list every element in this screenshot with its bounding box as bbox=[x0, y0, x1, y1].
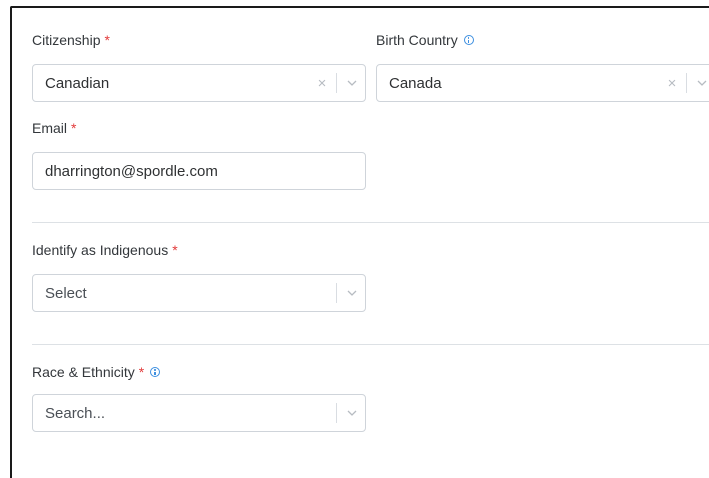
required-asterisk: * bbox=[172, 242, 178, 258]
chevron-down-icon[interactable] bbox=[343, 290, 361, 296]
clear-icon[interactable]: × bbox=[312, 75, 332, 92]
select-separator bbox=[336, 403, 337, 423]
form-panel: Citizenship * Canadian × Birth Country C… bbox=[10, 6, 709, 478]
email-label: Email * bbox=[32, 120, 77, 136]
indigenous-placeholder: Select bbox=[45, 284, 87, 302]
clear-icon[interactable]: × bbox=[662, 75, 682, 92]
birth-country-select[interactable]: Canada × bbox=[376, 64, 709, 102]
birth-country-label: Birth Country bbox=[376, 32, 474, 48]
required-asterisk: * bbox=[104, 32, 110, 48]
indigenous-select[interactable]: Select bbox=[32, 274, 366, 312]
email-field[interactable]: dharrington@spordle.com bbox=[32, 152, 366, 190]
required-asterisk: * bbox=[71, 120, 77, 136]
race-ethnicity-label: Race & Ethnicity * bbox=[32, 364, 161, 380]
chevron-down-icon[interactable] bbox=[693, 80, 709, 86]
citizenship-select[interactable]: Canadian × bbox=[32, 64, 366, 102]
info-circle-icon[interactable] bbox=[150, 367, 161, 377]
race-ethnicity-placeholder: Search... bbox=[45, 404, 106, 422]
indigenous-label: Identify as Indigenous * bbox=[32, 242, 178, 258]
select-separator bbox=[336, 73, 337, 93]
select-separator bbox=[686, 73, 687, 93]
chevron-down-icon[interactable] bbox=[343, 80, 361, 86]
citizenship-label: Citizenship * bbox=[32, 32, 110, 48]
section-divider bbox=[32, 222, 709, 223]
info-circle-icon[interactable] bbox=[463, 35, 474, 45]
section-divider bbox=[32, 344, 709, 345]
required-asterisk: * bbox=[138, 364, 145, 380]
select-separator bbox=[336, 283, 337, 303]
birth-country-value: Canada bbox=[389, 74, 442, 92]
race-ethnicity-search[interactable]: Search... bbox=[32, 394, 366, 432]
citizenship-value: Canadian bbox=[45, 74, 110, 92]
chevron-down-icon[interactable] bbox=[343, 410, 361, 416]
email-value: dharrington@spordle.com bbox=[45, 162, 218, 180]
